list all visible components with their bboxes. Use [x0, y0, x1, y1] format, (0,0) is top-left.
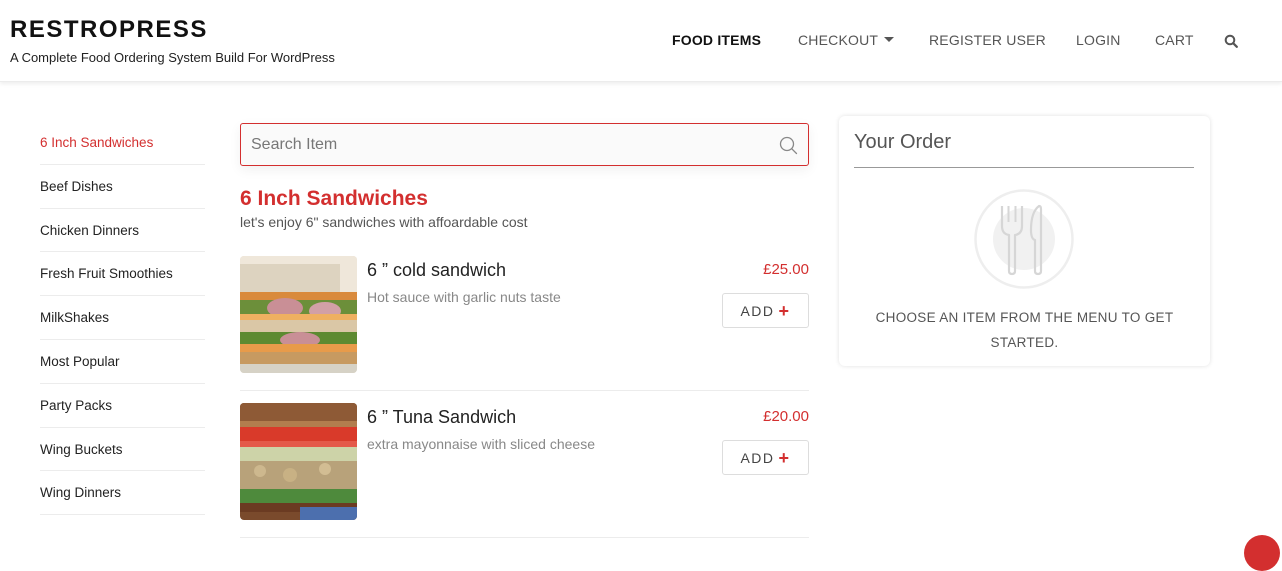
- plus-icon: +: [778, 300, 791, 321]
- add-to-cart-button[interactable]: ADD +: [722, 440, 809, 475]
- food-description: extra mayonnaise with sliced cheese: [367, 436, 596, 452]
- nav-checkout-label: CHECKOUT: [798, 32, 879, 48]
- order-empty-message: CHOOSE AN ITEM FROM THE MENU TO GET STAR…: [875, 310, 1174, 350]
- food-title[interactable]: 6 ” cold sandwich: [367, 260, 506, 281]
- plus-icon: +: [778, 447, 791, 468]
- category-wing-dinners[interactable]: Wing Dinners: [40, 471, 205, 516]
- fork-knife-icon: [974, 189, 1074, 289]
- order-title: Your Order: [854, 131, 952, 153]
- category-most-popular[interactable]: Most Popular: [40, 340, 205, 384]
- search-icon[interactable]: [1224, 34, 1238, 48]
- site-tagline: A Complete Food Ordering System Build Fo…: [10, 50, 335, 65]
- nav-cart[interactable]: CART: [1155, 32, 1194, 48]
- food-title[interactable]: 6 ” Tuna Sandwich: [367, 407, 516, 428]
- nav-food-items[interactable]: FOOD ITEMS: [672, 32, 761, 48]
- category-chicken-dinners[interactable]: Chicken Dinners: [40, 209, 205, 253]
- category-fresh-fruit-smoothies[interactable]: Fresh Fruit Smoothies: [40, 252, 205, 297]
- food-description: Hot sauce with garlic nuts taste: [367, 289, 561, 305]
- category-party-packs[interactable]: Party Packs: [40, 384, 205, 428]
- site-title[interactable]: RESTROPRESS: [10, 16, 208, 44]
- search-icon[interactable]: [779, 136, 798, 155]
- add-button-label: ADD: [740, 449, 775, 466]
- floating-cart-button[interactable]: [1244, 535, 1280, 571]
- category-description: let's enjoy 6" sandwiches with affoardab…: [240, 214, 528, 230]
- category-sidebar: 6 Inch Sandwiches Beef Dishes Chicken Di…: [40, 121, 205, 516]
- caret-down-icon: [884, 37, 895, 43]
- search-input[interactable]: [251, 124, 771, 165]
- food-price: £25.00: [763, 261, 809, 278]
- category-beef-dishes[interactable]: Beef Dishes: [40, 165, 205, 209]
- nav-login[interactable]: LOGIN: [1076, 32, 1121, 48]
- food-item: 6 ” Tuna Sandwich extra mayonnaise with …: [240, 403, 809, 538]
- search-box: [240, 123, 809, 166]
- site-header: RESTROPRESS A Complete Food Ordering Sys…: [0, 0, 1282, 82]
- add-button-label: ADD: [740, 302, 775, 319]
- nav-checkout[interactable]: CHECKOUT: [798, 32, 895, 48]
- add-to-cart-button[interactable]: ADD +: [722, 293, 809, 328]
- food-price: £20.00: [763, 408, 809, 425]
- food-item: 6 ” cold sandwich Hot sauce with garlic …: [240, 256, 809, 391]
- category-wing-buckets[interactable]: Wing Buckets: [40, 428, 205, 472]
- food-image-tuna-sandwich[interactable]: [240, 403, 357, 520]
- food-image-cold-sandwich[interactable]: [240, 256, 357, 373]
- category-heading: 6 Inch Sandwiches: [240, 187, 428, 210]
- order-divider: [854, 167, 1194, 168]
- category-milkshakes[interactable]: MilkShakes: [40, 296, 205, 340]
- nav-register-user[interactable]: REGISTER USER: [929, 32, 1046, 48]
- category-6-inch-sandwiches[interactable]: 6 Inch Sandwiches: [40, 121, 205, 165]
- order-panel: Your Order CHOOSE AN ITEM FROM THE MENU …: [839, 116, 1210, 366]
